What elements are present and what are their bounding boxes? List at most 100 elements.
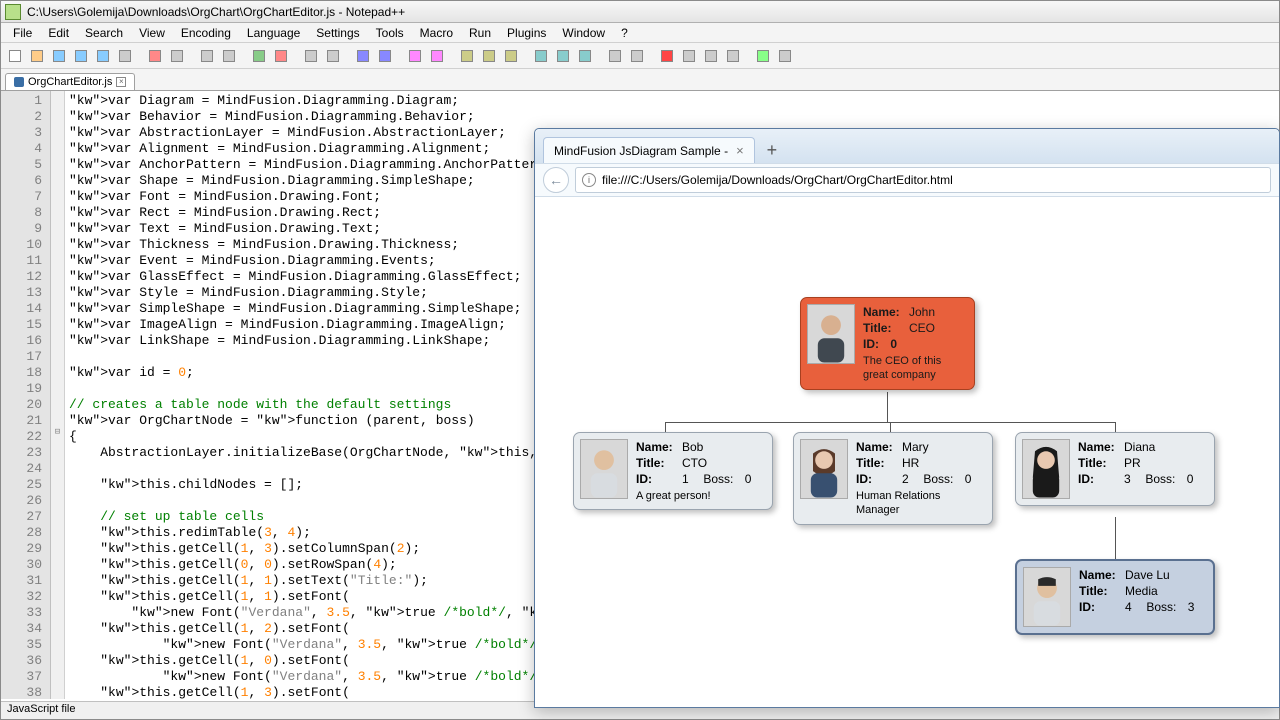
toolbar-button[interactable]: [775, 46, 795, 66]
npp-toolbar[interactable]: [1, 43, 1279, 69]
toolbar-button[interactable]: [605, 46, 625, 66]
toolbar-button[interactable]: [575, 46, 595, 66]
toolbar-button[interactable]: [301, 46, 321, 66]
title-value: CTO: [682, 455, 707, 471]
toolbar-button[interactable]: [27, 46, 47, 66]
boss-value: 0: [965, 471, 972, 487]
url-text: file:///C:/Users/Golemija/Downloads/OrgC…: [602, 173, 953, 187]
boss-label: Boss:: [1145, 471, 1175, 487]
name-label: Name:: [1079, 567, 1121, 583]
toolbar-button[interactable]: [627, 46, 647, 66]
menu-tools[interactable]: Tools: [368, 24, 412, 42]
name-value: John: [909, 304, 935, 320]
org-node[interactable]: Name:Bob Title:CTO ID:1 Boss: 0 A great …: [573, 432, 773, 510]
menu-file[interactable]: File: [5, 24, 40, 42]
name-label: Name:: [863, 304, 905, 320]
id-value: 2: [902, 471, 909, 487]
npp-titlebar[interactable]: C:\Users\Golemija\Downloads\OrgChart\Org…: [1, 1, 1279, 23]
title-label: Title:: [636, 455, 678, 471]
toolbar-button[interactable]: [219, 46, 239, 66]
toolbar-button[interactable]: [115, 46, 135, 66]
id-label: ID:: [636, 471, 678, 487]
menu-search[interactable]: Search: [77, 24, 131, 42]
toolbar-button[interactable]: [375, 46, 395, 66]
toolbar-button[interactable]: [501, 46, 521, 66]
toolbar-button[interactable]: [5, 46, 25, 66]
boss-label: Boss:: [703, 471, 733, 487]
toolbar-button[interactable]: [753, 46, 773, 66]
id-value: 3: [1124, 471, 1131, 487]
link: [887, 392, 888, 422]
npp-app-icon: [5, 4, 21, 20]
org-node[interactable]: Name:Mary Title:HR ID:2 Boss: 0 Human Re…: [793, 432, 993, 525]
npp-tabbar[interactable]: OrgChartEditor.js ×: [1, 69, 1279, 91]
avatar: [580, 439, 628, 499]
toolbar-button[interactable]: [271, 46, 291, 66]
npp-menubar[interactable]: FileEditSearchViewEncodingLanguageSettin…: [1, 23, 1279, 43]
boss-label: Boss:: [1146, 599, 1176, 615]
menu-edit[interactable]: Edit: [40, 24, 77, 42]
name-label: Name:: [856, 439, 898, 455]
id-label: ID:: [856, 471, 898, 487]
boss-value: 3: [1188, 599, 1195, 615]
menu-plugins[interactable]: Plugins: [499, 24, 554, 42]
name-value: Dave Lu: [1125, 567, 1170, 583]
boss-value: 0: [1187, 471, 1194, 487]
menu-window[interactable]: Window: [554, 24, 613, 42]
toolbar-button[interactable]: [701, 46, 721, 66]
toolbar-button[interactable]: [479, 46, 499, 66]
name-label: Name:: [1078, 439, 1120, 455]
toolbar-button[interactable]: [49, 46, 69, 66]
toolbar-button[interactable]: [427, 46, 447, 66]
title-value: Media: [1125, 583, 1158, 599]
browser-tab[interactable]: MindFusion JsDiagram Sample - ×: [543, 137, 755, 163]
toolbar-button[interactable]: [249, 46, 269, 66]
name-value: Bob: [682, 439, 703, 455]
toolbar-button[interactable]: [93, 46, 113, 66]
fold-column[interactable]: ⊟: [51, 91, 65, 699]
title-label: Title:: [863, 320, 905, 336]
org-node-root[interactable]: Name:John Title:CEO ID: 0 The CEO of thi…: [800, 297, 975, 390]
back-button[interactable]: ←: [543, 167, 569, 193]
close-tab-icon[interactable]: ×: [736, 143, 744, 158]
toolbar-button[interactable]: [679, 46, 699, 66]
avatar: [800, 439, 848, 499]
browser-tabstrip[interactable]: MindFusion JsDiagram Sample - × +: [535, 129, 1279, 163]
close-tab-icon[interactable]: ×: [116, 77, 126, 87]
toolbar-button[interactable]: [323, 46, 343, 66]
toolbar-button[interactable]: [197, 46, 217, 66]
toolbar-button[interactable]: [353, 46, 373, 66]
file-tab-label: OrgChartEditor.js: [28, 76, 112, 88]
toolbar-button[interactable]: [531, 46, 551, 66]
toolbar-button[interactable]: [553, 46, 573, 66]
org-node[interactable]: Name:Diana Title:PR ID:3 Boss: 0: [1015, 432, 1215, 506]
toolbar-button[interactable]: [723, 46, 743, 66]
id-label: ID:: [1079, 599, 1121, 615]
title-label: Title:: [1078, 455, 1120, 471]
browser-window[interactable]: MindFusion JsDiagram Sample - × + ← i fi…: [534, 128, 1280, 708]
info-icon[interactable]: i: [582, 173, 596, 187]
toolbar-button[interactable]: [405, 46, 425, 66]
new-tab-button[interactable]: +: [759, 138, 786, 163]
description: A great person!: [636, 489, 736, 504]
diagram-canvas[interactable]: Name:John Title:CEO ID: 0 The CEO of thi…: [535, 197, 1279, 707]
menu-run[interactable]: Run: [461, 24, 499, 42]
menu-encoding[interactable]: Encoding: [173, 24, 239, 42]
org-node-selected[interactable]: Name:Dave Lu Title:Media ID:4 Boss: 3: [1015, 559, 1215, 635]
menu-settings[interactable]: Settings: [308, 24, 367, 42]
menu-macro[interactable]: Macro: [412, 24, 461, 42]
menu-language[interactable]: Language: [239, 24, 308, 42]
file-tab[interactable]: OrgChartEditor.js ×: [5, 73, 135, 90]
toolbar-button[interactable]: [71, 46, 91, 66]
title-value: PR: [1124, 455, 1141, 471]
id-value: 1: [682, 471, 689, 487]
toolbar-button[interactable]: [657, 46, 677, 66]
toolbar-button[interactable]: [167, 46, 187, 66]
address-bar[interactable]: i file:///C:/Users/Golemija/Downloads/Or…: [575, 167, 1271, 193]
toolbar-button[interactable]: [145, 46, 165, 66]
npp-title: C:\Users\Golemija\Downloads\OrgChart\Org…: [27, 5, 405, 19]
toolbar-button[interactable]: [457, 46, 477, 66]
menu-?[interactable]: ?: [613, 24, 636, 42]
menu-view[interactable]: View: [131, 24, 173, 42]
name-label: Name:: [636, 439, 678, 455]
